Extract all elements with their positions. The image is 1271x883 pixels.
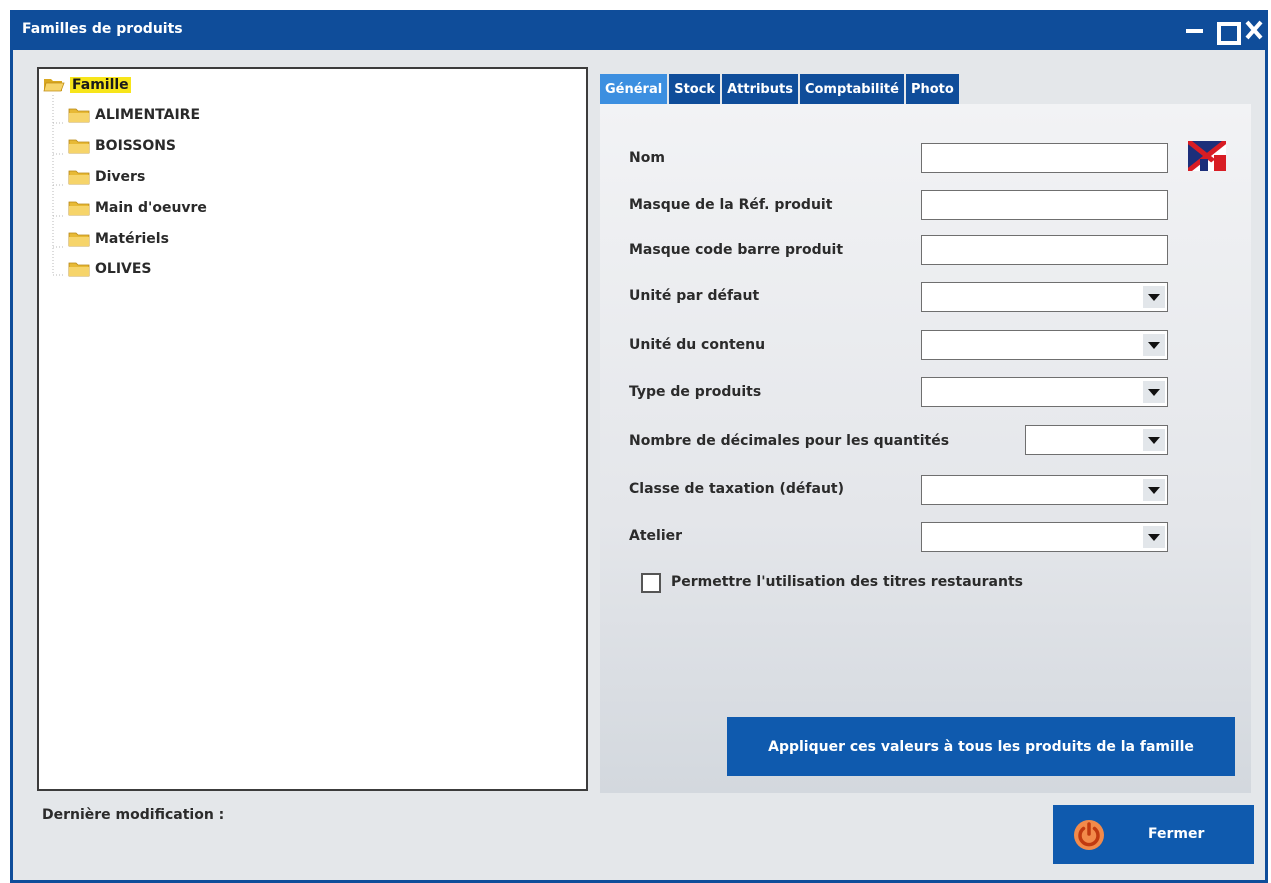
atelier-label: Atelier bbox=[629, 528, 683, 544]
tree-item-main-d-oeuvre[interactable]: Main d'oeuvre bbox=[68, 197, 207, 219]
tab-comptabilite[interactable]: Comptabilité bbox=[799, 74, 904, 104]
unite-contenu-label: Unité du contenu bbox=[629, 337, 766, 353]
unite-defaut-select[interactable] bbox=[921, 282, 1168, 312]
last-modified-label: Dernière modification : bbox=[42, 807, 225, 823]
open-folder-icon bbox=[43, 79, 65, 92]
type-produits-select[interactable] bbox=[921, 377, 1168, 407]
tree-item-label: ALIMENTAIRE bbox=[95, 107, 201, 123]
tree-root-famille[interactable]: Famille bbox=[43, 74, 131, 96]
tree-root-label: Famille bbox=[70, 77, 131, 93]
chevron-down-icon[interactable] bbox=[1143, 381, 1165, 403]
classe-taxation-select[interactable] bbox=[921, 475, 1168, 505]
titres-restaurants-label: Permettre l'utilisation des titres resta… bbox=[671, 574, 1023, 590]
folder-icon bbox=[68, 170, 90, 185]
chevron-down-icon[interactable] bbox=[1143, 286, 1165, 308]
chevron-down-icon[interactable] bbox=[1143, 479, 1165, 501]
window: Familles de produits Famille ALIMENTAIRE… bbox=[10, 10, 1268, 883]
tree-item-label: OLIVES bbox=[95, 261, 152, 277]
tree-item-label: Divers bbox=[95, 169, 146, 185]
family-tree[interactable]: Famille ALIMENTAIRE BOISSONS Divers Main… bbox=[37, 67, 588, 791]
power-icon bbox=[1074, 820, 1104, 850]
uk-france-flag-icon[interactable] bbox=[1188, 141, 1226, 171]
masque-ref-label: Masque de la Réf. produit bbox=[629, 197, 833, 213]
tree-item-materiels[interactable]: Matériels bbox=[68, 228, 169, 250]
window-title: Familles de produits bbox=[22, 21, 183, 37]
folder-icon bbox=[68, 262, 90, 277]
apply-to-family-button[interactable]: Appliquer ces valeurs à tous les produit… bbox=[727, 717, 1235, 776]
chevron-down-icon[interactable] bbox=[1143, 526, 1165, 548]
title-bar: Familles de produits bbox=[13, 10, 1265, 50]
nom-input[interactable] bbox=[921, 143, 1168, 173]
tree-item-label: BOISSONS bbox=[95, 138, 177, 154]
general-panel: Nom Masque de la Réf. produit Masque cod… bbox=[600, 104, 1251, 793]
tree-item-olives[interactable]: OLIVES bbox=[68, 258, 152, 280]
folder-icon bbox=[68, 108, 90, 123]
nom-label: Nom bbox=[629, 150, 665, 166]
fermer-label: Fermer bbox=[1148, 826, 1205, 842]
tree-item-label: Matériels bbox=[95, 231, 169, 247]
unite-defaut-label: Unité par défaut bbox=[629, 288, 760, 304]
masque-code-barre-input[interactable] bbox=[921, 235, 1168, 265]
folder-icon bbox=[68, 201, 90, 216]
chevron-down-icon[interactable] bbox=[1143, 334, 1165, 356]
tab-attributs[interactable]: Attributs bbox=[722, 74, 798, 104]
nombre-decimales-label: Nombre de décimales pour les quantités bbox=[629, 433, 950, 449]
masque-code-barre-label: Masque code barre produit bbox=[629, 242, 844, 258]
folder-icon bbox=[68, 232, 90, 247]
tab-stock[interactable]: Stock bbox=[669, 74, 721, 104]
tab-bar: Général Stock Attributs Comptabilité Pho… bbox=[600, 74, 961, 104]
classe-taxation-label: Classe de taxation (défaut) bbox=[629, 481, 845, 497]
atelier-select[interactable] bbox=[921, 522, 1168, 552]
masque-ref-input[interactable] bbox=[921, 190, 1168, 220]
tree-item-label: Main d'oeuvre bbox=[95, 200, 207, 216]
nombre-decimales-select[interactable] bbox=[1025, 425, 1168, 455]
tree-item-boissons[interactable]: BOISSONS bbox=[68, 135, 176, 157]
tab-general[interactable]: Général bbox=[600, 74, 668, 104]
maximize-icon[interactable] bbox=[1214, 18, 1241, 45]
tree-item-alimentaire[interactable]: ALIMENTAIRE bbox=[68, 104, 200, 126]
folder-icon bbox=[68, 139, 90, 154]
minimize-icon[interactable] bbox=[1183, 18, 1207, 42]
unite-contenu-select[interactable] bbox=[921, 330, 1168, 360]
close-icon[interactable] bbox=[1242, 18, 1266, 42]
titres-restaurants-checkbox[interactable] bbox=[641, 573, 661, 593]
tab-photo[interactable]: Photo bbox=[905, 74, 959, 104]
type-produits-label: Type de produits bbox=[629, 384, 762, 400]
tree-item-divers[interactable]: Divers bbox=[68, 166, 145, 188]
chevron-down-icon[interactable] bbox=[1143, 429, 1165, 451]
fermer-button[interactable]: Fermer bbox=[1053, 805, 1254, 864]
